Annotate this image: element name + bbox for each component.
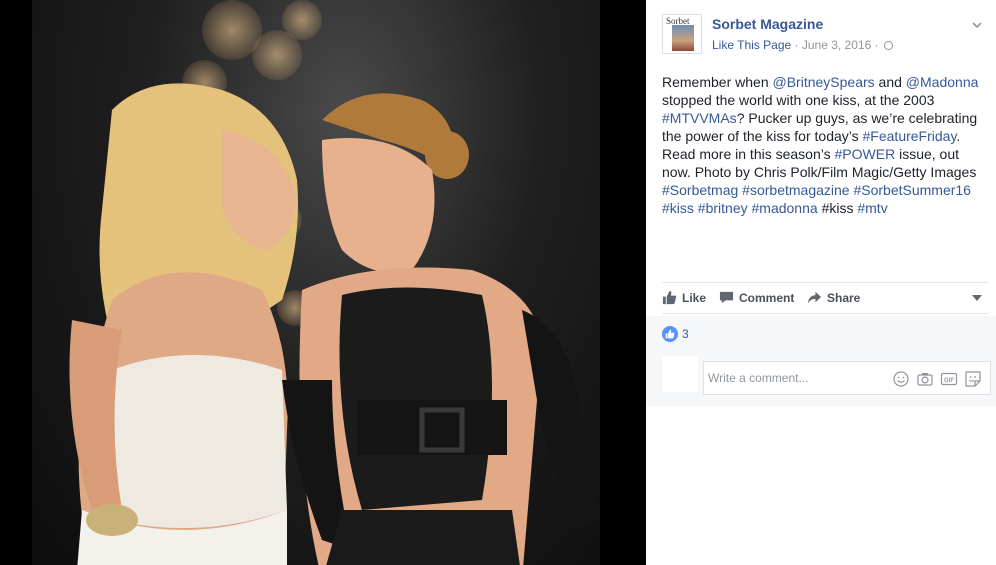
globe-icon [883, 41, 893, 50]
hashtag-featurefriday[interactable]: #FeatureFriday [863, 128, 957, 144]
camera-icon[interactable] [916, 370, 934, 388]
post-panel: Sorbet Sorbet Magazine Like This Page · … [646, 0, 996, 565]
like-label: Like [682, 290, 707, 305]
photo-viewer [0, 0, 646, 565]
meta-separator: · [791, 38, 802, 52]
post-meta: Like This Page · June 3, 2016 · [712, 38, 893, 52]
hashtag-britney[interactable]: #britney [698, 200, 748, 216]
share-label: Share [827, 290, 861, 305]
commenter-avatar [662, 356, 698, 392]
post-date[interactable]: June 3, 2016 [802, 38, 871, 52]
svg-text:GIF: GIF [944, 378, 954, 384]
comment-label: Comment [739, 290, 795, 305]
hashtag-power[interactable]: #POWER [835, 146, 896, 162]
comment-input[interactable] [708, 362, 888, 394]
share-options-caret-icon[interactable] [972, 295, 982, 301]
person-right-illustration [282, 93, 600, 565]
like-reaction-icon[interactable] [662, 326, 678, 342]
hashtag-kiss[interactable]: #kiss [662, 200, 694, 216]
hashtag-sorbetsummer16[interactable]: #SorbetSummer16 [853, 182, 971, 198]
hashtag-sorbetmag[interactable]: #Sorbetmag [662, 182, 738, 198]
comment-box: GIF [703, 361, 991, 395]
page-name-link[interactable]: Sorbet Magazine [712, 16, 823, 32]
post-actions-bar: Like Comment Share [662, 282, 988, 314]
hashtag-mtvvmas[interactable]: #MTVVMAs [662, 110, 737, 126]
bokeh-light [282, 0, 322, 40]
post-header: Sorbet Sorbet Magazine Like This Page · … [662, 14, 988, 58]
comment-button[interactable]: Comment [719, 290, 794, 305]
gif-icon[interactable]: GIF [940, 370, 958, 388]
hashtag-mtv[interactable]: #mtv [857, 200, 887, 216]
like-count[interactable]: 3 [682, 327, 689, 341]
mention-britneyspears[interactable]: @BritneySpears [773, 74, 875, 90]
hashtag-sorbetmagazine[interactable]: #sorbetmagazine [742, 182, 849, 198]
avatar-cover-image [672, 25, 694, 51]
text-segment: #kiss [821, 200, 854, 216]
comment-icon [719, 291, 734, 304]
page-avatar[interactable]: Sorbet [662, 14, 702, 54]
text-segment: stopped the world with one kiss, at the … [662, 92, 935, 108]
share-button[interactable]: Share [807, 290, 860, 305]
post-photo[interactable] [32, 0, 600, 565]
mention-madonna[interactable]: @Madonna [906, 74, 979, 90]
reactions-and-comments: 3 GIF [646, 316, 996, 406]
meta-separator: · [871, 38, 882, 52]
emoji-icon[interactable] [892, 370, 910, 388]
sticker-icon[interactable] [964, 370, 982, 388]
thumbs-up-icon [662, 290, 677, 305]
chevron-down-icon[interactable] [970, 18, 984, 32]
thumbs-up-icon [665, 329, 675, 339]
like-page-link[interactable]: Like This Page [712, 38, 791, 52]
text-segment: Remember when [662, 74, 773, 90]
hashtag-madonna[interactable]: #madonna [752, 200, 818, 216]
text-segment: and [874, 74, 906, 90]
share-icon [807, 291, 822, 304]
like-button[interactable]: Like [662, 290, 706, 305]
post-message: Remember when @BritneySpears and @Madonn… [662, 73, 990, 217]
